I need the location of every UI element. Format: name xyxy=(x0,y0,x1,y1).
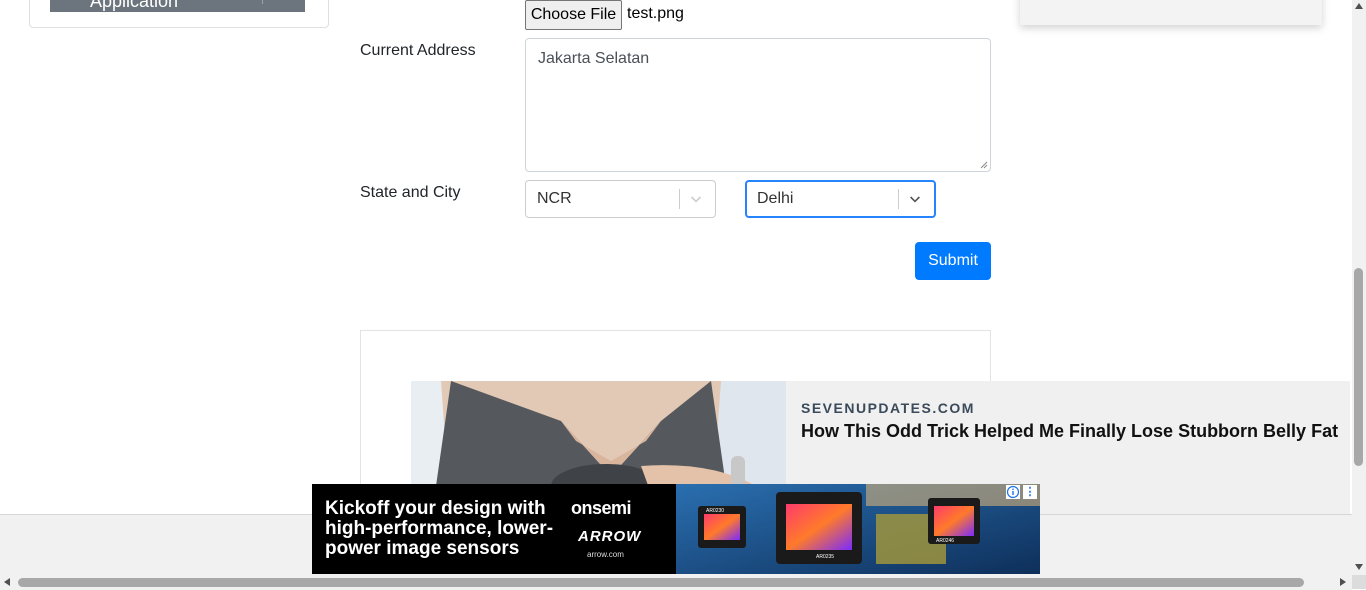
scrollbar-corner xyxy=(1352,575,1366,589)
arrow-logo: ARROW xyxy=(578,528,642,545)
ad-headline[interactable]: How This Odd Trick Helped Me Finally Los… xyxy=(801,421,1338,442)
horizontal-scroll-thumb[interactable] xyxy=(18,578,1304,587)
choose-file-button[interactable]: Choose File xyxy=(525,0,622,30)
scroll-right-icon[interactable] xyxy=(1340,578,1346,586)
selected-file-name: test.png xyxy=(627,5,684,22)
banner-ad-url: arrow.com xyxy=(587,550,624,559)
banner-ad-text: Kickoff your design with high-performanc… xyxy=(325,498,554,559)
side-ad-card[interactable] xyxy=(1020,0,1322,25)
scroll-down-icon[interactable] xyxy=(1355,564,1363,570)
sidebar-item-application[interactable]: Application xyxy=(50,0,305,12)
sidebar-item-label: Application xyxy=(90,0,179,11)
chevron-down-icon[interactable] xyxy=(688,191,704,207)
vertical-scrollbar[interactable] xyxy=(1352,0,1366,575)
resize-handle-icon[interactable] xyxy=(980,161,988,169)
horizontal-scrollbar[interactable] xyxy=(0,575,1352,589)
ad-menu-icon[interactable]: ⋮ xyxy=(1023,485,1037,499)
state-city-label: State and City xyxy=(360,184,461,201)
state-select-value: NCR xyxy=(537,190,572,207)
ad-source-domain: SEVENUPDATES.COM xyxy=(801,400,975,416)
city-select-divider xyxy=(898,189,899,209)
onsemi-logo: onsemi xyxy=(571,498,632,518)
scroll-up-icon[interactable] xyxy=(1355,3,1363,9)
current-address-textarea[interactable]: Jakarta Selatan xyxy=(525,38,991,172)
state-select[interactable]: NCR xyxy=(525,180,716,218)
image-sensor-chips-image: AR0230 AR0235 AR0246 xyxy=(676,484,1040,574)
ad-info-icon[interactable] xyxy=(1006,485,1020,499)
sidebar-item-separator xyxy=(262,0,263,4)
chevron-down-icon[interactable] xyxy=(907,191,923,207)
chip-label-1: AR0230 xyxy=(706,508,724,514)
city-select-value: Delhi xyxy=(757,190,794,207)
scroll-left-icon[interactable] xyxy=(4,578,10,586)
current-address-label: Current Address xyxy=(360,42,476,59)
vertical-scroll-thumb[interactable] xyxy=(1354,268,1363,466)
chip-label-3: AR0246 xyxy=(936,538,954,544)
current-address-value: Jakarta Selatan xyxy=(538,50,650,67)
state-select-divider xyxy=(679,189,680,209)
submit-button[interactable]: Submit xyxy=(915,242,991,280)
city-select[interactable]: Delhi xyxy=(745,180,936,218)
chip-label-2: AR0235 xyxy=(816,554,834,560)
banner-ad[interactable]: Kickoff your design with high-performanc… xyxy=(312,484,1040,574)
